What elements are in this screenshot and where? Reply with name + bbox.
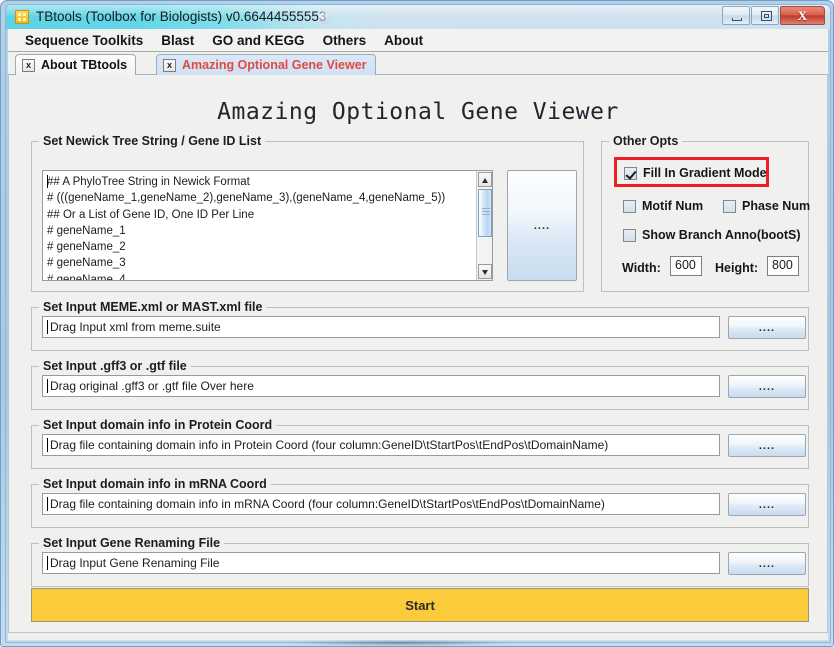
checkbox-show-branch-anno[interactable]: Show Branch Anno(bootS) [623,228,801,242]
tab-close-icon[interactable]: x [163,58,176,72]
mrna-domain-group-title: Set Input domain info in mRNA Coord [39,477,271,491]
tab-close-icon[interactable]: x [22,58,35,72]
meme-xml-input[interactable]: Drag Input xml from meme.suite [42,316,720,338]
menu-bar: Sequence Toolkits Blast GO and KEGG Othe… [8,29,828,52]
tab-amazing-optional-gene-viewer[interactable]: x Amazing Optional Gene Viewer [156,54,376,75]
maximize-button[interactable] [751,6,779,25]
mrna-domain-input[interactable]: Drag file containing domain info in mRNA… [42,493,720,515]
menu-item-sequence-toolkits[interactable]: Sequence Toolkits [16,31,152,50]
gene-renaming-group-title: Set Input Gene Renaming File [39,536,225,550]
window-bottom-strip [8,633,828,640]
newick-line: # (((geneName_1,geneName_2),geneName_3),… [47,192,446,205]
checkbox-icon[interactable] [623,228,636,242]
main-content-panel: Amazing Optional Gene Viewer Set Newick … [8,75,828,633]
close-icon: X [797,8,808,23]
protein-domain-input[interactable]: Drag file containing domain info in Prot… [42,434,720,456]
maximize-icon [761,11,772,21]
tab-label: About TBtools [41,58,128,72]
mrna-domain-browse-button[interactable]: .... [728,493,806,516]
width-input[interactable]: 600 [670,256,702,276]
newick-line: # geneName_1 [47,224,126,237]
newick-line: # geneName_4 [47,273,126,281]
close-button[interactable]: X [780,6,825,25]
protein-domain-browse-button[interactable]: .... [728,434,806,457]
newick-line: # geneName_2 [47,241,126,254]
checkbox-label: Fill In Gradient Mode [643,166,767,180]
menu-item-others[interactable]: Others [314,31,376,50]
checkbox-label: Phase Num [742,199,811,213]
checkbox-phase-num[interactable]: Phase Num [723,199,810,213]
newick-textarea[interactable]: ## A PhyloTree String in Newick Format #… [42,170,493,281]
tbtools-app-icon [15,10,29,24]
height-label: Height: [715,261,759,275]
newick-line: ## Or a List of Gene ID, One ID Per Line [47,208,255,221]
application-window: TBtools (Toolbox for Biologists) v0.6644… [0,0,834,647]
newick-group-title: Set Newick Tree String / Gene ID List [39,134,266,148]
start-button[interactable]: Start [31,588,809,622]
meme-xml-group-title: Set Input MEME.xml or MAST.xml file [39,300,267,314]
meme-xml-input-value: Drag Input xml from meme.suite [50,320,221,334]
gff3-input[interactable]: Drag original .gff3 or .gtf file Over he… [42,375,720,397]
mrna-domain-input-value: Drag file containing domain info in mRNA… [50,497,605,511]
window-drop-shadow [290,640,510,646]
protein-domain-input-value: Drag file containing domain info in Prot… [50,438,609,452]
scrollbar-thumb[interactable] [478,189,492,237]
scroll-up-arrow-icon[interactable] [478,172,492,187]
window-controls: X [721,6,825,25]
gff3-browse-button[interactable]: .... [728,375,806,398]
newick-textarea-content: ## A PhyloTree String in Newick Format #… [47,174,475,281]
newick-line: ## A PhyloTree String in Newick Format [47,176,250,188]
gff3-group-title: Set Input .gff3 or .gtf file [39,359,191,373]
checkbox-icon-checked[interactable] [624,166,637,180]
gene-renaming-input[interactable]: Drag Input Gene Renaming File [42,552,720,574]
window-title: TBtools (Toolbox for Biologists) v0.6644… [36,9,327,24]
text-caret [47,497,48,511]
gene-renaming-input-value: Drag Input Gene Renaming File [50,556,220,570]
protein-domain-group-title: Set Input domain info in Protein Coord [39,418,277,432]
meme-xml-browse-button[interactable]: .... [728,316,806,339]
checkbox-icon[interactable] [723,199,736,213]
minimize-button[interactable] [722,6,750,25]
newick-vertical-scrollbar[interactable] [476,171,492,280]
menu-item-go-and-kegg[interactable]: GO and KEGG [203,31,313,50]
page-title: Amazing Optional Gene Viewer [217,99,619,125]
text-caret [47,320,48,334]
height-input[interactable]: 800 [767,256,799,276]
newick-browse-button[interactable]: .... [507,170,577,281]
text-caret [47,379,48,393]
text-caret [47,438,48,452]
title-decoration-orb [318,11,331,24]
menu-item-blast[interactable]: Blast [152,31,203,50]
gff3-input-value: Drag original .gff3 or .gtf file Over he… [50,379,254,393]
width-label: Width: [622,261,661,275]
checkbox-label: Motif Num [642,199,704,213]
minimize-icon [732,18,742,21]
scroll-down-arrow-icon[interactable] [478,264,492,279]
other-opts-group-title: Other Opts [609,134,683,148]
title-bar: TBtools (Toolbox for Biologists) v0.6644… [6,5,830,29]
checkbox-motif-num[interactable]: Motif Num [623,199,703,213]
newick-line: # geneName_3 [47,257,126,270]
tab-label: Amazing Optional Gene Viewer [182,58,367,72]
text-caret [47,556,48,570]
tab-strip: x About TBtools x Amazing Optional Gene … [8,52,828,75]
tab-about-tbtools[interactable]: x About TBtools [15,54,137,75]
gene-renaming-browse-button[interactable]: .... [728,552,806,575]
checkbox-label: Show Branch Anno(bootS) [642,228,801,242]
menu-item-about[interactable]: About [375,31,432,50]
checkbox-icon[interactable] [623,199,636,213]
checkbox-fill-in-gradient-mode[interactable]: Fill In Gradient Mode [624,166,767,180]
